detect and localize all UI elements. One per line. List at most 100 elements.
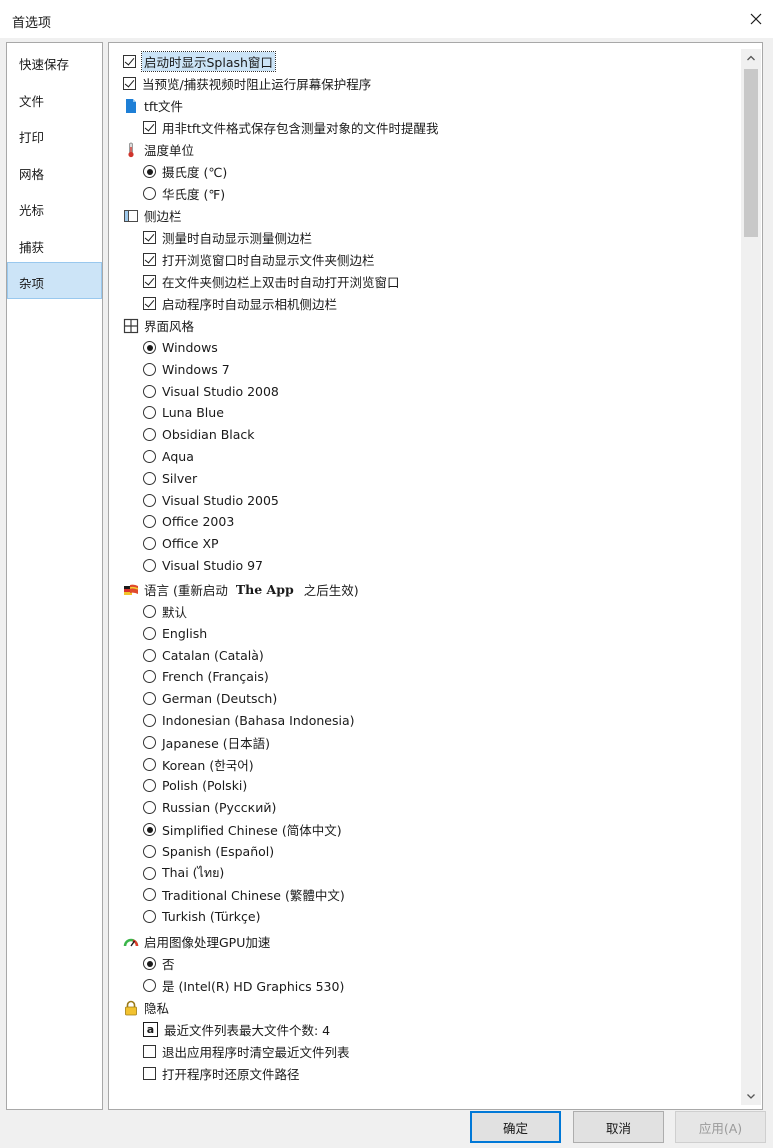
radio-button[interactable] — [143, 801, 156, 815]
cancel-button[interactable]: 取消 — [573, 1111, 664, 1143]
radio-button[interactable] — [143, 187, 156, 200]
option-label: French (Français) — [162, 669, 269, 685]
nav-item-capture[interactable]: 捕获 — [7, 226, 102, 263]
radio-button[interactable] — [143, 341, 156, 354]
ui-style-option[interactable]: Visual Studio 2005 — [143, 490, 279, 511]
ok-button[interactable]: 确定 — [470, 1111, 561, 1143]
vertical-scrollbar[interactable] — [741, 49, 761, 1105]
nav-item-print[interactable]: 打印 — [7, 116, 102, 153]
nav-item-grid[interactable]: 网格 — [7, 153, 102, 190]
language-option[interactable]: German (Deutsch) — [143, 688, 277, 709]
radio-button[interactable] — [143, 384, 156, 398]
language-option[interactable]: 默认 — [143, 601, 187, 622]
ui-style-option[interactable]: Office XP — [143, 533, 219, 554]
checkbox[interactable] — [143, 1045, 156, 1058]
radio-button[interactable] — [143, 957, 156, 970]
checkbox[interactable] — [143, 1067, 156, 1080]
radio-button[interactable] — [143, 626, 156, 640]
language-option[interactable]: Spanish (Español) — [143, 841, 274, 862]
ui-style-option[interactable]: Windows — [143, 337, 218, 358]
ui-style-option[interactable]: Windows 7 — [143, 359, 230, 380]
option-block-screensaver[interactable]: 当预览/捕获视频时阻止运行屏幕保护程序 — [123, 73, 371, 94]
apply-button[interactable]: 应用(A) — [675, 1111, 766, 1143]
option-restore-path[interactable]: 打开程序时还原文件路径 — [143, 1063, 300, 1084]
radio-button[interactable] — [143, 537, 156, 551]
language-option[interactable]: French (Français) — [143, 666, 269, 687]
language-option[interactable]: Turkish (Türkçe) — [143, 906, 260, 927]
ui-style-option[interactable]: Luna Blue — [143, 402, 224, 423]
language-option[interactable]: Russian (Русский) — [143, 797, 276, 818]
language-option[interactable]: Japanese (日本語) — [143, 732, 270, 753]
checkbox[interactable] — [143, 275, 156, 288]
radio-button[interactable] — [143, 979, 156, 992]
checkbox[interactable] — [143, 231, 156, 244]
option-clear-recent[interactable]: 退出应用程序时清空最近文件列表 — [143, 1041, 350, 1062]
radio-button[interactable] — [143, 692, 156, 706]
radio-button[interactable] — [143, 735, 156, 749]
checkbox[interactable] — [143, 121, 156, 134]
checkbox[interactable] — [123, 77, 136, 90]
language-option[interactable]: English — [143, 623, 207, 644]
radio-gpu-yes[interactable]: 是 (Intel(R) HD Graphics 530) — [143, 975, 344, 996]
checkbox[interactable] — [143, 297, 156, 310]
radio-button[interactable] — [143, 866, 156, 880]
nav-item-misc[interactable]: 杂项 — [7, 262, 102, 299]
option-folder-sidebar[interactable]: 打开浏览窗口时自动显示文件夹侧边栏 — [143, 249, 375, 270]
option-dblclick-browser[interactable]: 在文件夹侧边栏上双击时自动打开浏览窗口 — [143, 271, 400, 292]
option-label: 测量时自动显示测量侧边栏 — [162, 231, 313, 246]
option-label: Thai (ไทย) — [162, 865, 225, 881]
language-option[interactable]: Indonesian (Bahasa Indonesia) — [143, 710, 355, 731]
option-max-recent-files[interactable]: a 最近文件列表最大文件个数: 4 — [143, 1019, 330, 1040]
language-option[interactable]: Polish (Polski) — [143, 775, 247, 796]
lock-icon — [123, 1000, 139, 1016]
radio-button[interactable] — [143, 714, 156, 727]
group-header-label: 隐私 — [144, 1001, 170, 1016]
language-option[interactable]: Thai (ไทย) — [143, 863, 224, 884]
radio-button[interactable] — [143, 362, 156, 376]
nav-item-quick-save[interactable]: 快速保存 — [7, 43, 102, 80]
option-camera-sidebar[interactable]: 启动程序时自动显示相机侧边栏 — [143, 293, 337, 314]
radio-button[interactable] — [143, 559, 156, 572]
language-option[interactable]: Traditional Chinese (繁體中文) — [143, 884, 345, 905]
radio-button[interactable] — [143, 823, 156, 836]
radio-button[interactable] — [143, 605, 156, 618]
ui-style-option[interactable]: Visual Studio 2008 — [143, 381, 279, 402]
close-button[interactable] — [739, 4, 773, 34]
nav-item-cursor[interactable]: 光标 — [7, 189, 102, 226]
ui-style-option[interactable]: Office 2003 — [143, 511, 234, 532]
radio-button[interactable] — [143, 648, 156, 662]
language-option[interactable]: Korean (한국어) — [143, 754, 254, 775]
radio-button[interactable] — [143, 888, 156, 902]
radio-button[interactable] — [143, 670, 156, 684]
radio-button[interactable] — [143, 515, 156, 529]
radio-celsius[interactable]: 摄氏度 (℃) — [143, 161, 227, 182]
ui-style-option[interactable]: Silver — [143, 468, 197, 489]
option-show-splash[interactable]: 启动时显示Splash窗口 — [123, 51, 276, 72]
radio-button[interactable] — [143, 450, 156, 463]
radio-button[interactable] — [143, 493, 156, 507]
group-header-tft: tft文件 — [123, 95, 183, 116]
radio-button[interactable] — [143, 471, 156, 485]
nav-item-file[interactable]: 文件 — [7, 80, 102, 117]
language-option[interactable]: Catalan (Català) — [143, 645, 264, 666]
ui-style-option[interactable]: Obsidian Black — [143, 424, 255, 445]
radio-button[interactable] — [143, 779, 156, 793]
ui-style-option[interactable]: Visual Studio 97 — [143, 555, 263, 576]
radio-button[interactable] — [143, 757, 156, 771]
radio-button[interactable] — [143, 910, 156, 924]
scroll-down-button[interactable] — [741, 1087, 761, 1105]
option-measure-sidebar[interactable]: 测量时自动显示测量侧边栏 — [143, 227, 312, 248]
language-option[interactable]: Simplified Chinese (简体中文) — [143, 819, 342, 840]
radio-button[interactable] — [143, 165, 156, 178]
ui-style-option[interactable]: Aqua — [143, 446, 194, 467]
scroll-thumb[interactable] — [744, 69, 758, 237]
option-remind-non-tft[interactable]: 用非tft文件格式保存包含测量对象的文件时提醒我 — [143, 117, 438, 138]
radio-button[interactable] — [143, 406, 156, 420]
checkbox[interactable] — [143, 253, 156, 266]
radio-fahrenheit[interactable]: 华氏度 (℉) — [143, 183, 225, 204]
scroll-up-button[interactable] — [741, 49, 761, 67]
radio-gpu-no[interactable]: 否 — [143, 953, 175, 974]
radio-button[interactable] — [143, 844, 156, 858]
radio-button[interactable] — [143, 428, 156, 442]
checkbox[interactable] — [123, 55, 136, 68]
